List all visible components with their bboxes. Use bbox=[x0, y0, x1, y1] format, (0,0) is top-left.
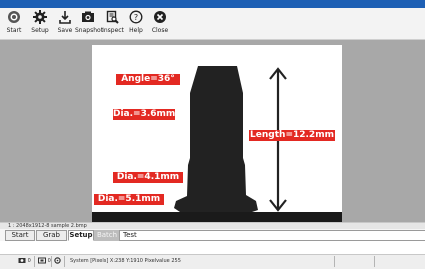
tab-start[interactable]: Start bbox=[5, 230, 35, 241]
view-icon bbox=[38, 257, 46, 264]
toolbar: Start Setup Save Snapshot Inspect ? Help bbox=[0, 8, 425, 40]
title-bar bbox=[0, 0, 425, 8]
status-separator bbox=[51, 256, 52, 267]
output-area bbox=[0, 242, 425, 254]
gear-icon bbox=[29, 10, 51, 27]
angle-label: Angle=36° bbox=[116, 74, 180, 85]
status-separator bbox=[374, 256, 375, 267]
close-icon bbox=[149, 10, 171, 27]
status-separator bbox=[64, 256, 65, 267]
status-separator bbox=[334, 256, 335, 267]
svg-text:?: ? bbox=[134, 13, 138, 22]
status-bar: 0 0 System [Pixels] X:238 Y:1910 Pixelva… bbox=[0, 254, 425, 269]
snapshot-button[interactable]: Snapshot bbox=[75, 10, 104, 38]
save-button-label: Save bbox=[57, 27, 73, 34]
tab-grab[interactable]: Grab bbox=[36, 230, 67, 241]
length-label: Length=12.2mm bbox=[249, 130, 335, 141]
help-icon: ? bbox=[127, 10, 145, 27]
close-button-label: Close bbox=[151, 27, 169, 34]
inspect-button[interactable]: Inspect bbox=[102, 10, 124, 38]
close-button[interactable]: Close bbox=[149, 10, 171, 38]
dia-bottom-label: Dia.=5.1mm bbox=[94, 194, 164, 205]
start-icon bbox=[2, 10, 26, 27]
start-button-label: Start bbox=[6, 27, 22, 34]
dia-top-label: Dia.=3.6mm bbox=[113, 109, 176, 120]
tab-setup[interactable]: Setup bbox=[68, 230, 94, 241]
zoom-value: 0 bbox=[27, 258, 31, 264]
save-button[interactable]: Save bbox=[55, 10, 75, 38]
snapshot-button-label: Snapshot bbox=[75, 27, 104, 34]
settings-status[interactable] bbox=[54, 257, 61, 266]
camera-icon bbox=[75, 10, 101, 27]
dia-mid-label: Dia.=4.1mm bbox=[113, 172, 183, 183]
status-separator bbox=[34, 256, 35, 267]
inspect-icon bbox=[102, 10, 124, 27]
save-icon bbox=[55, 10, 75, 27]
inspect-button-label: Inspect bbox=[102, 27, 124, 34]
setup-button-label: Setup bbox=[31, 27, 49, 34]
status-text: System [Pixels] X:238 Y:1910 Pixelvalue … bbox=[70, 258, 181, 264]
help-button[interactable]: ? Help bbox=[127, 10, 145, 38]
inspection-image[interactable]: Angle=36° Dia.=3.6mm Length=12.2mm Dia.=… bbox=[92, 45, 342, 222]
view-status[interactable]: 0 bbox=[38, 257, 51, 266]
setup-button[interactable]: Setup bbox=[29, 10, 51, 38]
settings-icon bbox=[54, 257, 61, 264]
zoom-status[interactable]: 0 bbox=[18, 257, 31, 266]
tab-batch[interactable]: Batch bbox=[94, 230, 120, 241]
mode-tabs: Start Grab Setup Batch Test bbox=[0, 229, 425, 241]
help-button-label: Help bbox=[129, 27, 143, 34]
image-workspace: Angle=36° Dia.=3.6mm Length=12.2mm Dia.=… bbox=[0, 40, 425, 222]
zoom-icon bbox=[18, 258, 26, 263]
start-button[interactable]: Start bbox=[2, 10, 26, 38]
tab-test[interactable]: Test bbox=[119, 230, 425, 241]
